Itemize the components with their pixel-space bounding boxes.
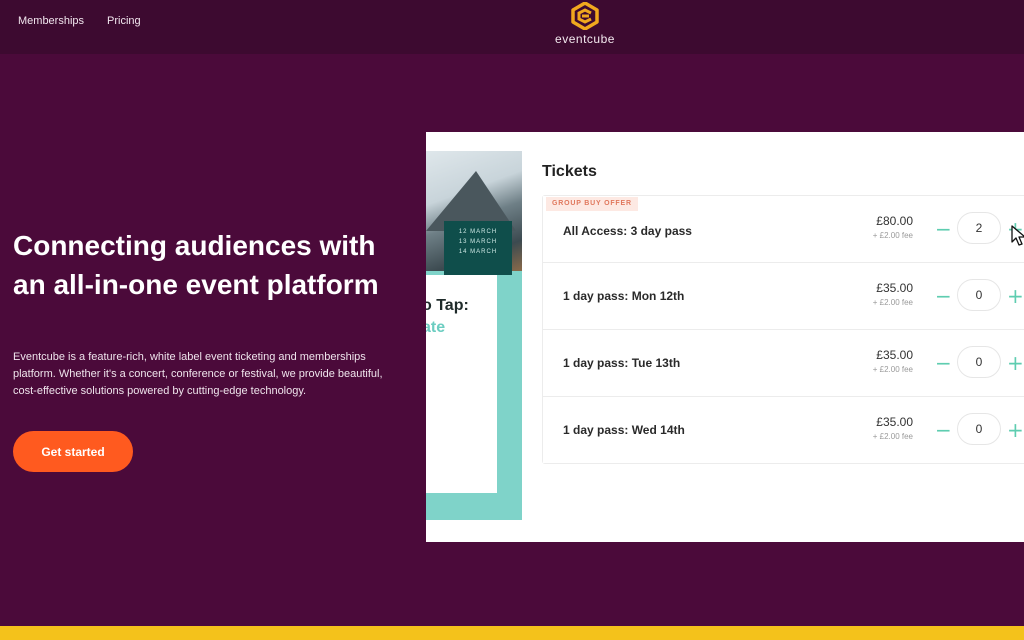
ticket-price: £80.00 — [876, 214, 913, 228]
ticket-name: 1 day pass: Wed 14th — [563, 423, 685, 437]
ticketing-preview: 12 MARCH 13 MARCH 14 MARCH o Tap: ate Ti… — [426, 132, 1024, 542]
tickets-heading: Tickets — [542, 163, 597, 180]
nav-memberships-link[interactable]: Memberships — [18, 15, 84, 27]
cube-logo-icon — [571, 2, 599, 30]
quantity-input[interactable] — [957, 279, 1001, 311]
ticket-row: 1 day pass: Wed 14th £35.00 + £2.00 fee … — [543, 397, 1024, 463]
ticket-name: All Access: 3 day pass — [563, 224, 692, 238]
top-nav: Memberships Pricing eventcube — [0, 0, 1024, 54]
ticket-row: 1 day pass: Tue 13th £35.00 + £2.00 fee … — [543, 330, 1024, 397]
ticket-fee: + £2.00 fee — [872, 298, 913, 307]
poster-date: 13 MARCH — [458, 239, 498, 245]
quantity-input[interactable] — [957, 212, 1001, 244]
hero-title: Connecting audiences with an all-in-one … — [13, 230, 379, 300]
hero-description: Eventcube is a feature-rich, white label… — [13, 351, 383, 397]
ticket-row: 1 day pass: Mon 12th £35.00 + £2.00 fee … — [543, 263, 1024, 330]
ticket-name: 1 day pass: Tue 13th — [563, 356, 681, 370]
decrease-quantity-button[interactable]: − — [935, 214, 952, 244]
nav-pricing-link[interactable]: Pricing — [107, 15, 141, 27]
ticket-fee: + £2.00 fee — [872, 365, 913, 374]
mouse-cursor-icon — [1011, 225, 1024, 246]
increase-quantity-button[interactable]: + — [1007, 348, 1024, 378]
ticket-fee: + £2.00 fee — [872, 432, 913, 441]
quantity-input[interactable] — [957, 413, 1001, 445]
poster-subheadline: ate — [426, 319, 446, 336]
tickets-list: All Access: 3 day pass £80.00 + £2.00 fe… — [542, 195, 1024, 464]
logo-wordmark: eventcube — [555, 32, 615, 46]
decrease-quantity-button[interactable]: − — [935, 348, 952, 378]
ticket-price: £35.00 — [876, 281, 913, 295]
get-started-button[interactable]: Get started — [13, 431, 133, 472]
quantity-input[interactable] — [957, 346, 1001, 378]
poster-headline: o Tap: — [426, 297, 469, 314]
event-poster: 12 MARCH 13 MARCH 14 MARCH o Tap: ate — [426, 151, 522, 520]
bottom-accent-stripe — [0, 626, 1024, 640]
increase-quantity-button[interactable]: + — [1007, 281, 1024, 311]
poster-card: o Tap: ate — [426, 275, 497, 493]
poster-date: 12 MARCH — [458, 229, 498, 235]
ticket-price: £35.00 — [876, 348, 913, 362]
poster-dates: 12 MARCH 13 MARCH 14 MARCH — [444, 221, 512, 275]
decrease-quantity-button[interactable]: − — [935, 281, 952, 311]
ticket-fee: + £2.00 fee — [872, 231, 913, 240]
decrease-quantity-button[interactable]: − — [935, 415, 952, 445]
eventcube-logo[interactable]: eventcube — [548, 2, 622, 50]
ticket-price: £35.00 — [876, 415, 913, 429]
increase-quantity-button[interactable]: + — [1007, 415, 1024, 445]
group-buy-offer-badge: GROUP BUY OFFER — [546, 197, 638, 211]
poster-date: 14 MARCH — [458, 249, 498, 255]
ticket-name: 1 day pass: Mon 12th — [563, 289, 685, 303]
